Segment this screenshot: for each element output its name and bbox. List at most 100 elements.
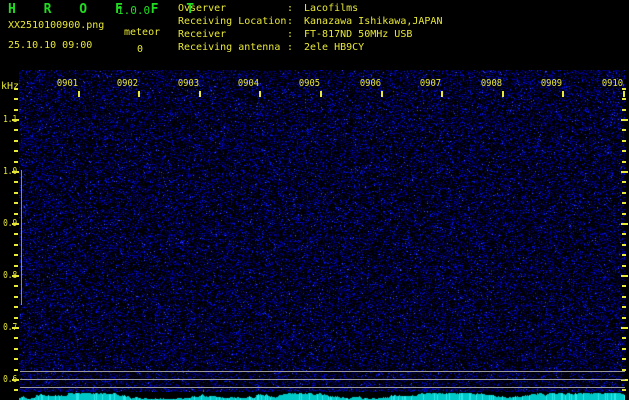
time-tick-mark bbox=[320, 91, 322, 97]
freq-tick-mark-left bbox=[14, 337, 18, 339]
freq-tick-mark-left bbox=[14, 369, 18, 371]
freq-tick-mark-left bbox=[14, 254, 18, 256]
info-value: Lacofilms bbox=[304, 2, 358, 15]
time-tick-label: 0908 bbox=[481, 78, 502, 89]
freq-tick-mark-right bbox=[622, 296, 626, 298]
freq-tick-mark-left bbox=[14, 98, 18, 100]
freq-tick-mark-left bbox=[14, 129, 18, 131]
freq-tick-mark-right bbox=[622, 254, 626, 256]
output-filename: XX2510100900.png bbox=[8, 20, 104, 31]
start-marker-line bbox=[21, 170, 22, 305]
freq-tick-mark-right bbox=[622, 306, 626, 308]
info-colon: : bbox=[287, 15, 304, 28]
freq-tick-mark-left bbox=[14, 213, 18, 215]
freq-tick-mark-right bbox=[622, 244, 626, 246]
freq-tick-mark-right bbox=[622, 98, 626, 100]
freq-tick-mark-left bbox=[14, 140, 18, 142]
freq-tick-mark-left bbox=[14, 358, 18, 360]
station-info-row-receiver: Receiver: FT-817ND 50MHz USB bbox=[178, 28, 442, 41]
time-tick-label: 0907 bbox=[420, 78, 441, 89]
freq-tick-mark-left bbox=[14, 265, 18, 267]
freq-tick-mark-right bbox=[622, 233, 626, 235]
freq-tick-mark-right bbox=[622, 213, 626, 215]
time-tick-label: 0905 bbox=[299, 78, 320, 89]
freq-tick-mark-left bbox=[14, 389, 18, 391]
app-title: H R O F F T bbox=[8, 2, 204, 17]
time-tick-mark bbox=[441, 91, 443, 97]
freq-tick-mark-left bbox=[12, 327, 19, 329]
time-tick-label: 0901 bbox=[56, 78, 77, 89]
freq-tick-mark-left bbox=[14, 306, 18, 308]
info-colon: : bbox=[287, 2, 304, 15]
info-colon: : bbox=[287, 28, 304, 41]
freq-tick-mark-left bbox=[14, 233, 18, 235]
freq-tick-mark-left bbox=[14, 150, 18, 152]
info-colon: : bbox=[287, 41, 304, 54]
freq-tick-mark-right bbox=[622, 140, 626, 142]
freq-tick-mark-right bbox=[622, 192, 626, 194]
freq-tick-mark-left bbox=[14, 88, 18, 90]
time-tick-mark bbox=[623, 91, 625, 97]
freq-tick-mark-right bbox=[622, 202, 626, 204]
time-tick-label: 0909 bbox=[541, 78, 562, 89]
observation-mode-label: meteor bbox=[124, 27, 160, 38]
noise-level-strip bbox=[19, 392, 625, 400]
info-label: Receiving Location bbox=[178, 15, 287, 28]
freq-tick-mark-left bbox=[14, 296, 18, 298]
freq-tick-mark-left bbox=[12, 171, 19, 173]
freq-tick-mark-left bbox=[14, 109, 18, 111]
time-tick-mark bbox=[78, 91, 80, 97]
time-tick-label: 0902 bbox=[117, 78, 138, 89]
spectrogram-canvas bbox=[19, 70, 625, 392]
freq-tick-mark-right bbox=[622, 317, 626, 319]
station-info-row-observer: Ovserver: Lacofilms bbox=[178, 2, 442, 15]
freq-tick-mark-right bbox=[622, 285, 626, 287]
time-tick-mark bbox=[562, 91, 564, 97]
freq-tick-mark-left bbox=[14, 192, 18, 194]
reference-line-center bbox=[20, 379, 625, 380]
station-info: Ovserver: Lacofilms Receiving Location: Ka… bbox=[178, 2, 442, 54]
reference-line-lower bbox=[20, 387, 625, 388]
info-label: Receiving antenna bbox=[178, 41, 287, 54]
freq-tick-mark-right bbox=[621, 119, 628, 121]
freq-tick-mark-right bbox=[622, 150, 626, 152]
freq-tick-mark-left bbox=[14, 202, 18, 204]
time-tick-mark bbox=[138, 91, 140, 97]
info-value: FT-817ND 50MHz USB bbox=[304, 28, 412, 41]
time-tick-label: 0903 bbox=[178, 78, 199, 89]
freq-tick-mark-right bbox=[622, 88, 626, 90]
freq-tick-mark-right bbox=[621, 223, 628, 225]
freq-tick-mark-right bbox=[622, 348, 626, 350]
freq-tick-mark-left bbox=[12, 223, 19, 225]
freq-tick-mark-left bbox=[14, 348, 18, 350]
time-tick-mark bbox=[502, 91, 504, 97]
info-label: Ovserver bbox=[178, 2, 287, 15]
time-tick-mark bbox=[199, 91, 201, 97]
freq-tick-mark-left bbox=[14, 161, 18, 163]
freq-tick-mark-right bbox=[621, 171, 628, 173]
app-version: 1.0.0 bbox=[117, 4, 150, 17]
freq-tick-mark-right bbox=[622, 161, 626, 163]
freq-tick-mark-left bbox=[14, 317, 18, 319]
hrofft-screen: H R O F F T 1.0.0 XX2510100900.png meteo… bbox=[0, 0, 629, 400]
time-tick-label: 0906 bbox=[359, 78, 380, 89]
freq-tick-mark-right bbox=[621, 327, 628, 329]
time-tick-label: 0904 bbox=[238, 78, 259, 89]
freq-tick-mark-right bbox=[622, 109, 626, 111]
freq-tick-mark-right bbox=[622, 129, 626, 131]
freq-unit-label: kHz bbox=[1, 81, 19, 92]
meteor-count-value: 0 bbox=[137, 44, 143, 55]
time-tick-label: 0910 bbox=[602, 78, 623, 89]
freq-tick-mark-right bbox=[622, 181, 626, 183]
freq-tick-mark-left bbox=[12, 275, 19, 277]
datetime-label: 25.10.10 09:00 bbox=[8, 40, 92, 51]
freq-tick-mark-left bbox=[14, 244, 18, 246]
freq-tick-mark-left bbox=[12, 119, 19, 121]
freq-tick-mark-right bbox=[622, 389, 626, 391]
info-value: Kanazawa Ishikawa,JAPAN bbox=[304, 15, 442, 28]
freq-tick-mark-left bbox=[12, 379, 19, 381]
freq-tick-mark-right bbox=[621, 275, 628, 277]
station-info-row-antenna: Receiving antenna:2ele HB9CY bbox=[178, 41, 442, 54]
freq-tick-mark-left bbox=[14, 285, 18, 287]
freq-tick-mark-right bbox=[622, 337, 626, 339]
